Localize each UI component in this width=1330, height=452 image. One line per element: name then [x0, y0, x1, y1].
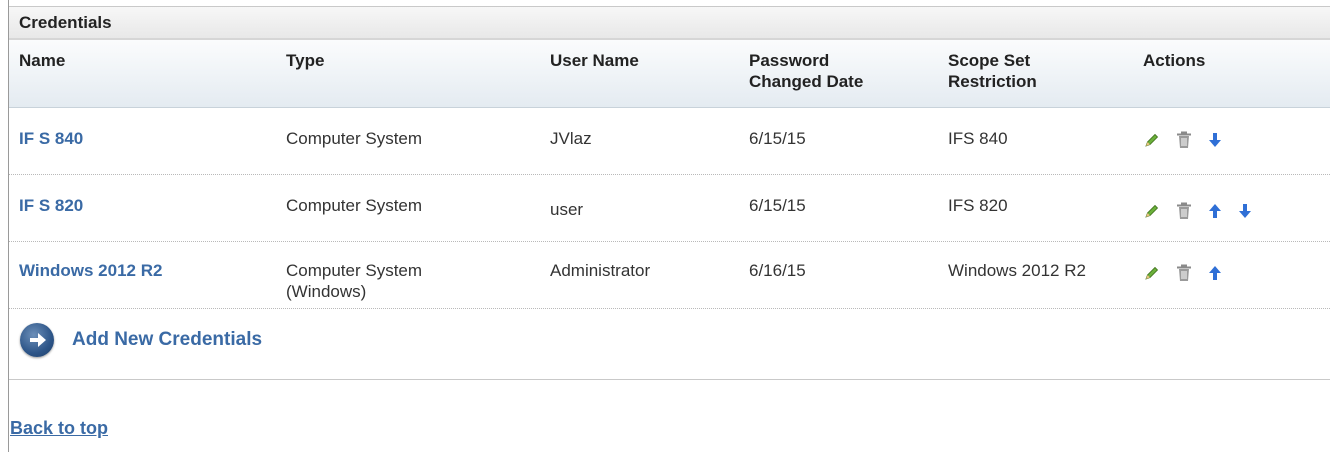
- edit-icon[interactable]: [1144, 265, 1160, 286]
- table-row: Windows 2012 R2 Computer System (Windows…: [9, 242, 1330, 309]
- row-actions: [1144, 202, 1268, 225]
- column-header-password-line2: Changed Date: [749, 72, 864, 91]
- credential-type: Computer System: [286, 128, 422, 149]
- credential-type-line1: Computer System: [286, 129, 423, 148]
- column-header-name: Name: [19, 51, 66, 70]
- panel-title: Credentials: [9, 7, 1330, 40]
- delete-icon[interactable]: [1176, 264, 1192, 287]
- move-down-icon[interactable]: [1238, 203, 1252, 224]
- column-header-actions: Actions: [1143, 51, 1206, 70]
- arrow-right-circle-icon[interactable]: [20, 323, 54, 357]
- credential-name-link[interactable]: IF S 840: [19, 128, 83, 149]
- table-header: Name Type User Name Password Changed Dat…: [9, 40, 1330, 108]
- delete-icon[interactable]: [1176, 131, 1192, 154]
- credentials-panel: Credentials Name Type User Name Password…: [9, 6, 1330, 380]
- move-up-icon[interactable]: [1208, 203, 1222, 224]
- back-to-top-link[interactable]: Back to top: [10, 418, 108, 439]
- row-actions: [1144, 131, 1238, 154]
- credential-type: Computer System (Windows): [286, 260, 422, 302]
- edit-icon[interactable]: [1144, 132, 1160, 153]
- credential-type-line2: (Windows): [286, 282, 367, 301]
- credential-type: Computer System: [286, 195, 422, 216]
- table-row: IF S 820 Computer System user 6/15/15 IF…: [9, 175, 1330, 242]
- credential-password-date: 6/16/15: [749, 261, 806, 280]
- credential-scope: IFS 820: [948, 196, 1008, 215]
- column-header-scope-line1: Scope Set: [948, 51, 1031, 70]
- move-up-icon[interactable]: [1208, 265, 1222, 286]
- add-credentials-row: Add New Credentials: [9, 309, 1330, 373]
- add-new-credentials-link[interactable]: Add New Credentials: [72, 329, 262, 351]
- credential-user-name: JVlaz: [550, 129, 592, 148]
- row-actions: [1144, 264, 1238, 287]
- credential-user-name: user: [550, 200, 584, 219]
- move-down-icon[interactable]: [1208, 132, 1222, 153]
- credential-type-line1: Computer System: [286, 261, 423, 280]
- credential-name-link[interactable]: IF S 820: [19, 195, 83, 216]
- credential-scope: IFS 840: [948, 129, 1008, 148]
- column-header-user-name: User Name: [550, 51, 639, 70]
- delete-icon[interactable]: [1176, 202, 1192, 225]
- credential-scope: Windows 2012 R2: [948, 261, 1086, 280]
- table-row: IF S 840 Computer System JVlaz 6/15/15 I…: [9, 108, 1330, 175]
- credential-type-line1: Computer System: [286, 196, 423, 215]
- column-header-type: Type: [286, 51, 325, 70]
- credential-password-date: 6/15/15: [749, 129, 806, 148]
- column-header-password-line1: Password: [749, 51, 830, 70]
- edit-icon[interactable]: [1144, 203, 1160, 224]
- column-header-password-changed: Password Changed Date: [749, 50, 863, 92]
- column-header-scope: Scope Set Restriction: [948, 50, 1037, 92]
- credential-name-link[interactable]: Windows 2012 R2: [19, 260, 162, 281]
- credential-user-name: Administrator: [550, 261, 651, 280]
- credential-password-date: 6/15/15: [749, 196, 806, 215]
- column-header-scope-line2: Restriction: [948, 72, 1037, 91]
